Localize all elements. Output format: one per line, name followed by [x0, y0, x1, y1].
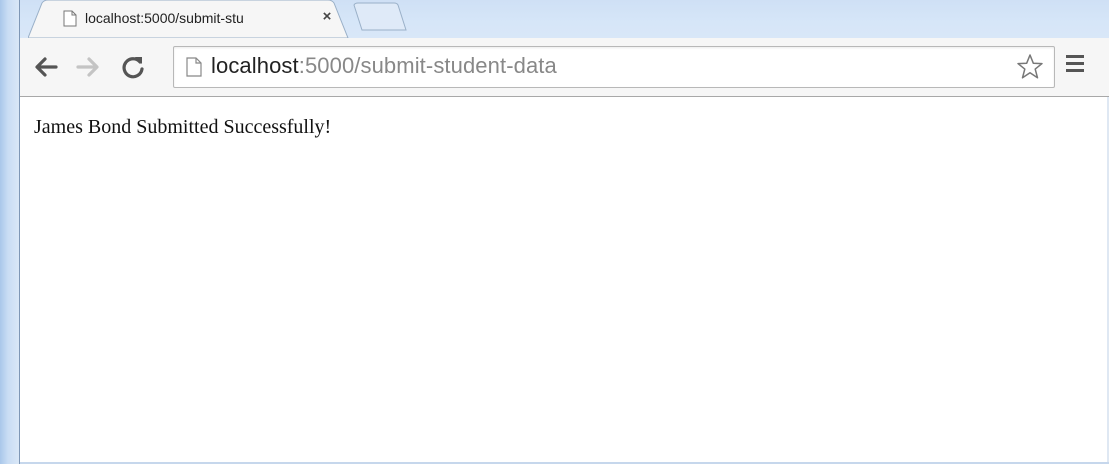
page-favicon-icon	[63, 10, 77, 27]
success-message: James Bond Submitted Successfully!	[34, 116, 332, 138]
tab-title: localhost:5000/submit-stu	[85, 10, 244, 26]
url-host: localhost	[211, 53, 299, 78]
menu-bar	[1066, 69, 1084, 72]
tab-close-icon[interactable]: ×	[319, 9, 335, 25]
star-icon[interactable]	[1016, 53, 1044, 81]
forward-arrow-icon[interactable]	[74, 53, 102, 81]
menu-icon[interactable]	[1066, 55, 1088, 77]
page-icon	[186, 57, 202, 77]
tab-strip: localhost:5000/submit-stu ×	[20, 0, 1109, 38]
new-tab-button[interactable]	[350, 2, 410, 32]
menu-bar	[1066, 55, 1084, 58]
menu-bar	[1066, 62, 1084, 65]
window-frame-left	[0, 0, 20, 464]
page-content: James Bond Submitted Successfully!	[20, 97, 1107, 462]
address-bar[interactable]: localhost:5000/submit-student-data	[173, 46, 1055, 88]
reload-icon[interactable]	[119, 53, 147, 81]
back-arrow-icon[interactable]	[32, 53, 60, 81]
url-text[interactable]: localhost:5000/submit-student-data	[211, 53, 557, 79]
tab-submit-student-data[interactable]: localhost:5000/submit-stu ×	[28, 0, 358, 38]
browser-toolbar: localhost:5000/submit-student-data	[20, 38, 1109, 97]
url-path: :5000/submit-student-data	[298, 53, 557, 78]
